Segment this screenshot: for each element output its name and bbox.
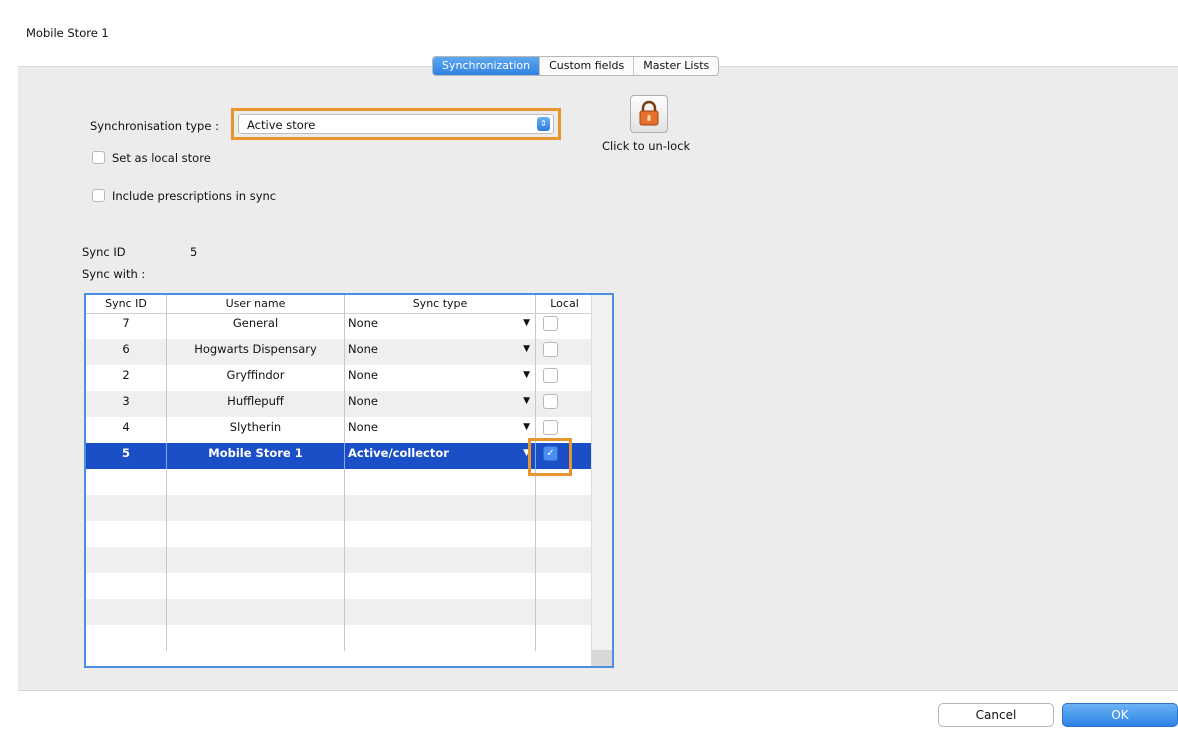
window-title: Mobile Store 1 (26, 26, 109, 40)
dropdown-arrow-icon: ▼ (523, 370, 530, 380)
row-local-checkbox[interactable] (543, 420, 558, 435)
row-sync-type-select[interactable]: None ▼ (345, 365, 536, 391)
row-sync-id: 2 (86, 365, 167, 391)
empty-row (86, 625, 596, 651)
row-local-checkbox[interactable] (543, 342, 558, 357)
table-header: Sync ID User name Sync type Local (86, 295, 596, 314)
empty-row (86, 469, 596, 495)
dropdown-arrow-icon: ▼ (523, 344, 530, 354)
row-sync-type: None (348, 368, 379, 382)
row-sync-type-select[interactable]: None ▼ (345, 417, 536, 443)
table-row[interactable]: 3 Hufflepuff None ▼ (86, 391, 596, 417)
row-local-checkbox[interactable] (543, 394, 558, 409)
row-local-checkbox[interactable] (543, 368, 558, 383)
row-sync-type-select[interactable]: None ▼ (345, 339, 536, 365)
sync-type-highlight (231, 108, 561, 140)
empty-row (86, 495, 596, 521)
empty-row (86, 547, 596, 573)
row-sync-type: None (348, 420, 379, 434)
footer-divider (18, 690, 1178, 691)
row-sync-id: 4 (86, 417, 167, 443)
sync-id-label: Sync ID (82, 245, 126, 259)
col-header-local[interactable]: Local (536, 295, 594, 313)
row-sync-type-select[interactable]: None ▼ (345, 313, 536, 339)
dropdown-arrow-icon: ▼ (523, 318, 530, 328)
row-user-name: Hufflepuff (167, 391, 345, 417)
dropdown-arrow-icon: ▼ (523, 422, 530, 432)
tab-bar: Synchronization Custom fields Master Lis… (432, 56, 720, 76)
col-header-sync-type[interactable]: Sync type (345, 295, 536, 313)
local-checkbox-highlight (528, 438, 572, 476)
unlock-button[interactable] (630, 95, 668, 133)
padlock-icon (639, 100, 659, 126)
sync-with-label: Sync with : (82, 267, 146, 281)
row-local-cell (536, 339, 594, 365)
empty-row (86, 573, 596, 599)
set-local-store-label: Set as local store (112, 151, 211, 165)
unlock-label: Click to un-lock (602, 139, 691, 153)
table-row[interactable]: 4 Slytherin None ▼ (86, 417, 596, 443)
row-sync-type: None (348, 342, 379, 356)
tab-custom-fields[interactable]: Custom fields (540, 57, 635, 75)
row-sync-type: None (348, 394, 379, 408)
row-sync-id: 3 (86, 391, 167, 417)
row-local-cell (536, 313, 594, 339)
row-user-name: Hogwarts Dispensary (167, 339, 345, 365)
sync-with-table[interactable]: Sync ID User name Sync type Local 7 Gene… (84, 293, 614, 668)
row-sync-type: None (348, 316, 379, 330)
include-prescriptions-label: Include prescriptions in sync (112, 189, 277, 203)
col-header-user-name[interactable]: User name (167, 295, 345, 313)
sync-type-label: Synchronisation type : (90, 119, 219, 133)
table-row[interactable]: 6 Hogwarts Dispensary None ▼ (86, 339, 596, 365)
row-local-cell (536, 391, 594, 417)
set-local-store-checkbox[interactable] (92, 151, 105, 164)
row-local-checkbox[interactable] (543, 316, 558, 331)
row-user-name: General (167, 313, 345, 339)
row-sync-type: Active/collector (348, 446, 449, 460)
table-row[interactable]: 2 Gryffindor None ▼ (86, 365, 596, 391)
table-scrollbar[interactable] (591, 295, 612, 666)
table-row[interactable]: 7 General None ▼ (86, 313, 596, 339)
cancel-button[interactable]: Cancel (938, 703, 1054, 727)
empty-row (86, 599, 596, 625)
tab-synchronization[interactable]: Synchronization (433, 57, 541, 75)
col-header-sync-id[interactable]: Sync ID (86, 295, 167, 313)
row-local-cell (536, 365, 594, 391)
tab-master-lists[interactable]: Master Lists (634, 57, 718, 75)
include-prescriptions-checkbox[interactable] (92, 189, 105, 202)
sync-id-value: 5 (190, 245, 198, 259)
row-user-name: Slytherin (167, 417, 345, 443)
row-sync-id: 6 (86, 339, 167, 365)
row-sync-type-select[interactable]: None ▼ (345, 391, 536, 417)
row-user-name: Mobile Store 1 (167, 443, 345, 469)
row-sync-id: 5 (86, 443, 167, 469)
row-user-name: Gryffindor (167, 365, 345, 391)
dropdown-arrow-icon: ▼ (523, 396, 530, 406)
row-sync-id: 7 (86, 313, 167, 339)
empty-row (86, 521, 596, 547)
table-row-selected[interactable]: 5 Mobile Store 1 Active/collector ▼ ✓ (86, 443, 596, 469)
row-sync-type-select[interactable]: Active/collector ▼ (345, 443, 536, 469)
scroll-corner (592, 650, 612, 666)
ok-button[interactable]: OK (1062, 703, 1178, 727)
